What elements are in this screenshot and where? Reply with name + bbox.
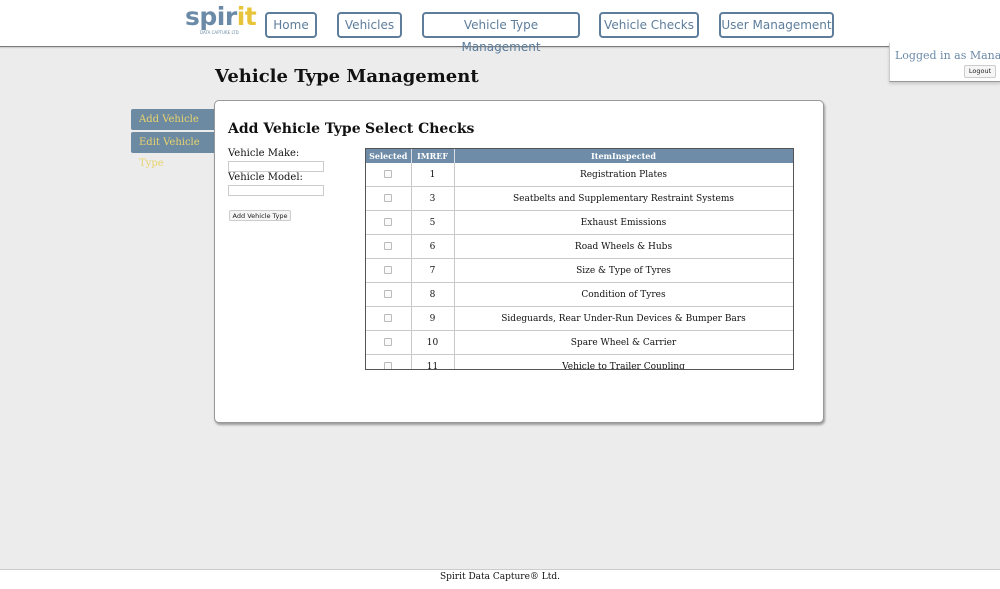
row-item-cell: Vehicle to Trailer Coupling bbox=[454, 354, 793, 369]
row-selected-cell bbox=[366, 330, 412, 355]
column-header-selected[interactable]: Selected bbox=[366, 149, 412, 163]
row-item-cell: Exhaust Emissions bbox=[454, 210, 793, 235]
row-select-checkbox[interactable] bbox=[384, 338, 393, 346]
logo-tagline: DATA CAPTURE LTD bbox=[200, 30, 239, 35]
row-item-cell: Road Wheels & Hubs bbox=[454, 234, 793, 259]
checks-table: Selected IMREF ItemInspected 1 Registrati… bbox=[366, 149, 793, 369]
select-checks-heading: Select Checks bbox=[365, 121, 475, 137]
table-row: 11 Vehicle to Trailer Coupling bbox=[366, 354, 793, 369]
column-header-item-inspected[interactable]: ItemInspected bbox=[454, 149, 793, 163]
table-row: 6 Road Wheels & Hubs bbox=[366, 234, 793, 259]
row-select-checkbox[interactable] bbox=[384, 218, 393, 226]
logo-wordmark: spirit bbox=[185, 2, 257, 31]
tab-add-vehicle-type[interactable]: Add Vehicle Type bbox=[131, 109, 216, 146]
table-row: 3 Seatbelts and Supplementary Restraint S… bbox=[366, 186, 793, 211]
row-imref-cell: 5 bbox=[411, 210, 455, 235]
row-selected-cell bbox=[366, 210, 412, 235]
row-select-checkbox[interactable] bbox=[384, 266, 393, 274]
login-status-box: Logged in as Manager Logout bbox=[889, 43, 1000, 82]
add-vehicle-type-heading: Add Vehicle Type bbox=[228, 121, 361, 137]
nav-user-management-button[interactable]: User Management bbox=[719, 12, 834, 38]
row-item-cell: Condition of Tyres bbox=[454, 282, 793, 307]
page-title: Vehicle Type Management bbox=[215, 66, 479, 87]
row-select-checkbox[interactable] bbox=[384, 242, 393, 250]
row-imref-cell: 10 bbox=[411, 330, 455, 355]
row-imref-cell: 3 bbox=[411, 186, 455, 211]
table-row: 8 Condition of Tyres bbox=[366, 282, 793, 307]
column-header-imref[interactable]: IMREF bbox=[411, 149, 455, 163]
header: spirit DATA CAPTURE LTD Home Vehicles Ve… bbox=[0, 0, 1000, 54]
table-row: 5 Exhaust Emissions bbox=[366, 210, 793, 235]
footer: Spirit Data Capture® Ltd. bbox=[0, 569, 1000, 589]
row-item-cell: Spare Wheel & Carrier bbox=[454, 330, 793, 355]
table-row: 9 Sideguards, Rear Under-Run Devices & Bu… bbox=[366, 306, 793, 331]
add-vehicle-type-button[interactable]: Add Vehicle Type bbox=[229, 210, 291, 221]
vehicle-make-input[interactable] bbox=[228, 161, 324, 172]
table-header-row: Selected IMREF ItemInspected bbox=[366, 149, 793, 163]
footer-copyright: Spirit Data Capture® Ltd. bbox=[439, 572, 561, 582]
table-row: 10 Spare Wheel & Carrier bbox=[366, 330, 793, 355]
row-imref-cell: 1 bbox=[411, 163, 455, 187]
row-item-cell: Sideguards, Rear Under-Run Devices & Bum… bbox=[454, 306, 793, 331]
main-panel: Add Vehicle Type Vehicle Make: Vehicle M… bbox=[214, 100, 824, 423]
spirit-logo[interactable]: spirit DATA CAPTURE LTD bbox=[185, 2, 257, 38]
row-item-cell: Seatbelts and Supplementary Restraint Sy… bbox=[454, 186, 793, 211]
nav-home-button[interactable]: Home bbox=[265, 12, 317, 38]
row-selected-cell bbox=[366, 163, 412, 187]
checks-table-container[interactable]: Selected IMREF ItemInspected 1 Registrati… bbox=[365, 148, 794, 370]
vehicle-make-label: Vehicle Make: bbox=[228, 148, 300, 159]
row-selected-cell bbox=[366, 282, 412, 307]
row-imref-cell: 6 bbox=[411, 234, 455, 259]
row-imref-cell: 7 bbox=[411, 258, 455, 283]
row-item-cell: Registration Plates bbox=[454, 163, 793, 187]
login-status-text: Logged in as Manager bbox=[895, 49, 1000, 62]
row-selected-cell bbox=[366, 354, 412, 369]
row-imref-cell: 11 bbox=[411, 354, 455, 369]
row-imref-cell: 9 bbox=[411, 306, 455, 331]
table-row: 1 Registration Plates bbox=[366, 163, 793, 187]
vehicle-model-label: Vehicle Model: bbox=[228, 172, 303, 183]
row-selected-cell bbox=[366, 234, 412, 259]
row-imref-cell: 8 bbox=[411, 282, 455, 307]
vehicle-model-input[interactable] bbox=[228, 185, 324, 196]
row-item-cell: Size & Type of Tyres bbox=[454, 258, 793, 283]
row-select-checkbox[interactable] bbox=[384, 194, 393, 202]
tab-edit-vehicle-type[interactable]: Edit Vehicle Type bbox=[131, 132, 216, 169]
row-selected-cell bbox=[366, 306, 412, 331]
nav-vehicle-type-management-button[interactable]: Vehicle Type Management bbox=[422, 12, 580, 54]
row-select-checkbox[interactable] bbox=[384, 362, 393, 369]
row-select-checkbox[interactable] bbox=[384, 170, 393, 178]
row-selected-cell bbox=[366, 258, 412, 283]
row-select-checkbox[interactable] bbox=[384, 290, 393, 298]
nav-vehicle-checks-button[interactable]: Vehicle Checks bbox=[599, 12, 699, 38]
row-selected-cell bbox=[366, 186, 412, 211]
nav-vehicles-button[interactable]: Vehicles bbox=[337, 12, 402, 38]
row-select-checkbox[interactable] bbox=[384, 314, 393, 322]
table-row: 7 Size & Type of Tyres bbox=[366, 258, 793, 283]
logout-button[interactable]: Logout bbox=[964, 65, 996, 78]
